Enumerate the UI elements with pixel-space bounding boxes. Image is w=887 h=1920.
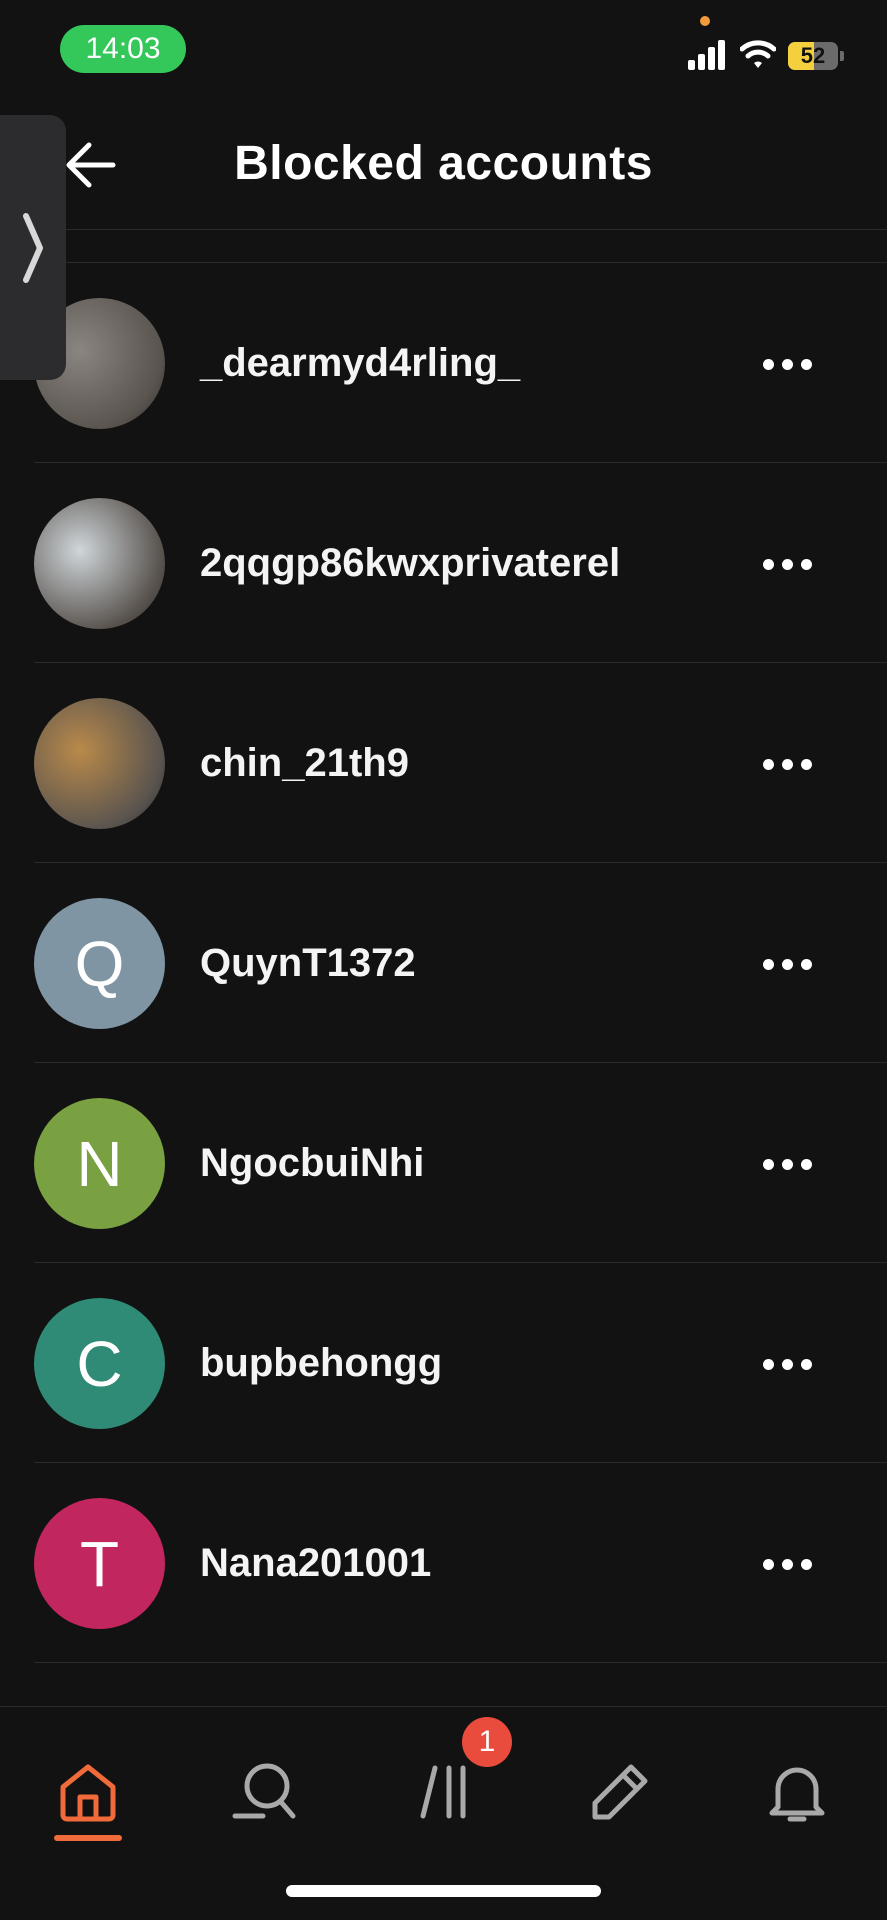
header: Blocked accounts bbox=[0, 100, 887, 230]
nav-compose[interactable] bbox=[575, 1747, 665, 1837]
cellular-signal-icon bbox=[688, 40, 725, 70]
more-horizontal-icon bbox=[800, 1158, 812, 1170]
more-horizontal-icon bbox=[800, 358, 812, 370]
nav-home-active-indicator bbox=[54, 1835, 122, 1841]
more-horizontal-icon bbox=[762, 958, 774, 970]
more-options-button[interactable] bbox=[752, 549, 822, 579]
screen: 14:03 52 _dearmyd4rling_ 2qqgp86kwxprivat… bbox=[0, 0, 887, 1920]
blocked-account-row[interactable]: T Nana201001 bbox=[0, 1463, 887, 1663]
avatar-initial: Q bbox=[74, 927, 125, 1000]
more-horizontal-icon bbox=[762, 1358, 774, 1370]
more-options-button[interactable] bbox=[752, 349, 822, 379]
more-options-button[interactable] bbox=[752, 1349, 822, 1379]
username[interactable]: QuynT1372 bbox=[200, 941, 416, 986]
blocked-accounts-list[interactable]: _dearmyd4rling_ 2qqgp86kwxprivaterel chin_… bbox=[0, 110, 887, 1706]
avatar[interactable] bbox=[34, 498, 165, 629]
blocked-account-row[interactable]: Q QuynT1372 bbox=[0, 863, 887, 1063]
more-horizontal-icon bbox=[800, 558, 812, 570]
blocked-account-row[interactable]: N NgocbuiNhi bbox=[0, 1063, 887, 1263]
more-horizontal-icon bbox=[800, 758, 812, 770]
avatar[interactable]: T bbox=[34, 1498, 165, 1629]
avatar[interactable]: N bbox=[34, 1098, 165, 1229]
row-divider bbox=[34, 1662, 887, 1663]
feeds-icon bbox=[420, 1765, 466, 1819]
nav-search[interactable] bbox=[220, 1747, 310, 1837]
home-indicator[interactable] bbox=[286, 1885, 601, 1897]
blocked-account-row[interactable]: _dearmyd4rling_ bbox=[0, 263, 887, 463]
wifi-icon bbox=[740, 40, 776, 68]
pencil-icon bbox=[592, 1764, 648, 1820]
more-horizontal-icon bbox=[762, 558, 774, 570]
privacy-indicator-dot bbox=[700, 16, 710, 26]
battery-level: 52 bbox=[800, 43, 826, 68]
username[interactable]: NgocbuiNhi bbox=[200, 1141, 424, 1186]
more-horizontal-icon bbox=[762, 358, 774, 370]
more-horizontal-icon bbox=[800, 958, 812, 970]
avatar[interactable] bbox=[34, 698, 165, 829]
more-horizontal-icon bbox=[762, 758, 774, 770]
avatar[interactable]: Q bbox=[34, 898, 165, 1029]
status-time: 14:03 bbox=[60, 25, 186, 73]
search-icon bbox=[232, 1763, 296, 1819]
battery-indicator: 52 bbox=[788, 42, 844, 70]
username[interactable]: 2qqgp86kwxprivaterel bbox=[200, 541, 620, 586]
home-icon bbox=[60, 1764, 116, 1822]
more-horizontal-icon bbox=[781, 558, 793, 570]
chevron-right-icon bbox=[23, 212, 43, 283]
more-horizontal-icon bbox=[781, 1358, 793, 1370]
avatar-initial: T bbox=[79, 1527, 120, 1600]
nav-home[interactable] bbox=[43, 1747, 133, 1837]
more-horizontal-icon bbox=[781, 1558, 793, 1570]
username[interactable]: Nana201001 bbox=[200, 1541, 431, 1586]
more-options-button[interactable] bbox=[752, 1549, 822, 1579]
more-horizontal-icon bbox=[762, 1558, 774, 1570]
header-divider bbox=[0, 229, 887, 230]
username[interactable]: _dearmyd4rling_ bbox=[200, 341, 520, 386]
bell-icon bbox=[769, 1767, 825, 1822]
username[interactable]: chin_21th9 bbox=[200, 741, 409, 786]
more-options-button[interactable] bbox=[752, 749, 822, 779]
bottom-nav: 1 bbox=[0, 1706, 887, 1920]
nav-notifications[interactable] bbox=[752, 1747, 842, 1837]
more-options-button[interactable] bbox=[752, 1149, 822, 1179]
more-horizontal-icon bbox=[762, 1158, 774, 1170]
blocked-account-row[interactable]: Cbupbehongg bbox=[0, 1263, 887, 1463]
more-horizontal-icon bbox=[781, 358, 793, 370]
side-drawer-handle[interactable] bbox=[0, 115, 66, 380]
more-horizontal-icon bbox=[781, 958, 793, 970]
blocked-account-row[interactable]: 2qqgp86kwxprivaterel bbox=[0, 463, 887, 663]
more-options-button[interactable] bbox=[752, 949, 822, 979]
feeds-notification-badge: 1 bbox=[462, 1717, 512, 1767]
avatar[interactable]: C bbox=[34, 1298, 165, 1429]
avatar-initial: N bbox=[76, 1127, 123, 1200]
avatar-initial: C bbox=[76, 1327, 123, 1400]
more-horizontal-icon bbox=[781, 758, 793, 770]
username[interactable]: bupbehongg bbox=[200, 1341, 442, 1386]
blocked-account-row[interactable]: chin_21th9 bbox=[0, 663, 887, 863]
status-bar: 14:03 52 bbox=[0, 0, 887, 100]
more-horizontal-icon bbox=[781, 1158, 793, 1170]
more-horizontal-icon bbox=[800, 1558, 812, 1570]
more-horizontal-icon bbox=[800, 1358, 812, 1370]
page-title: Blocked accounts bbox=[234, 137, 653, 190]
